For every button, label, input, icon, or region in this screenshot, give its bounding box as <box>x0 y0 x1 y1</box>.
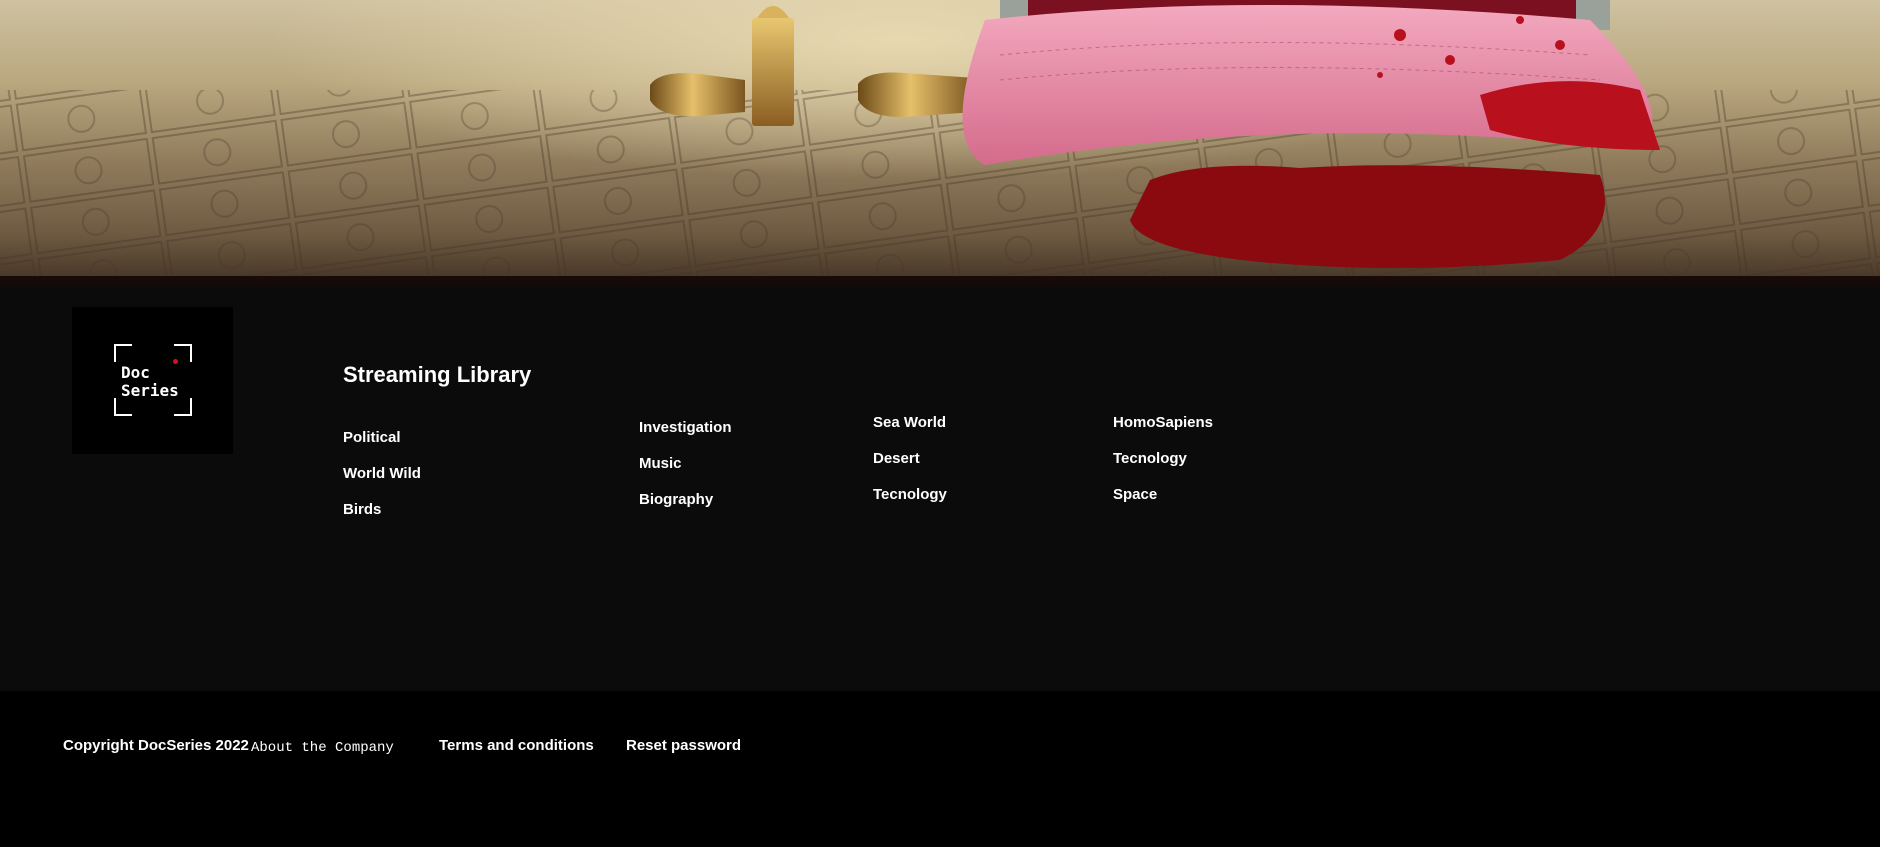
link-homosapiens[interactable]: HomoSapiens <box>1113 414 1213 432</box>
link-tecnology[interactable]: Tecnology <box>873 486 947 504</box>
link-music[interactable]: Music <box>639 455 732 473</box>
hero-bottom-edge <box>0 276 1880 292</box>
site-footer: Doc Series Streaming Library Political W… <box>0 292 1880 691</box>
library-column-1: Political World Wild Birds <box>343 429 421 519</box>
streaming-library-heading: Streaming Library <box>343 362 532 387</box>
footer-bottom-bar: Copyright DocSeries 2022 About the Compa… <box>0 691 1880 847</box>
logo-frame: Doc Series <box>114 344 192 416</box>
link-sea-world[interactable]: Sea World <box>873 414 947 432</box>
link-desert[interactable]: Desert <box>873 450 947 468</box>
link-birds[interactable]: Birds <box>343 501 421 519</box>
link-biography[interactable]: Biography <box>639 491 732 509</box>
copyright-text: Copyright DocSeries 2022 <box>63 737 249 754</box>
reset-password-link[interactable]: Reset password <box>626 737 741 755</box>
link-tecnology-2[interactable]: Tecnology <box>1113 450 1213 468</box>
hero-banner-image <box>0 0 1880 276</box>
hero-artwork <box>0 0 1880 276</box>
link-political[interactable]: Political <box>343 429 421 447</box>
link-space[interactable]: Space <box>1113 486 1213 504</box>
library-column-4: HomoSapiens Tecnology Space <box>1113 414 1213 504</box>
terms-link[interactable]: Terms and conditions <box>439 737 594 755</box>
library-column-2: Investigation Music Biography <box>639 419 732 509</box>
docseries-logo[interactable]: Doc Series <box>72 307 233 454</box>
link-investigation[interactable]: Investigation <box>639 419 732 437</box>
link-world-wild[interactable]: World Wild <box>343 465 421 483</box>
logo-text: Doc Series <box>121 363 179 400</box>
about-company-link[interactable]: About the Company <box>251 739 394 757</box>
library-column-3: Sea World Desert Tecnology <box>873 414 947 504</box>
